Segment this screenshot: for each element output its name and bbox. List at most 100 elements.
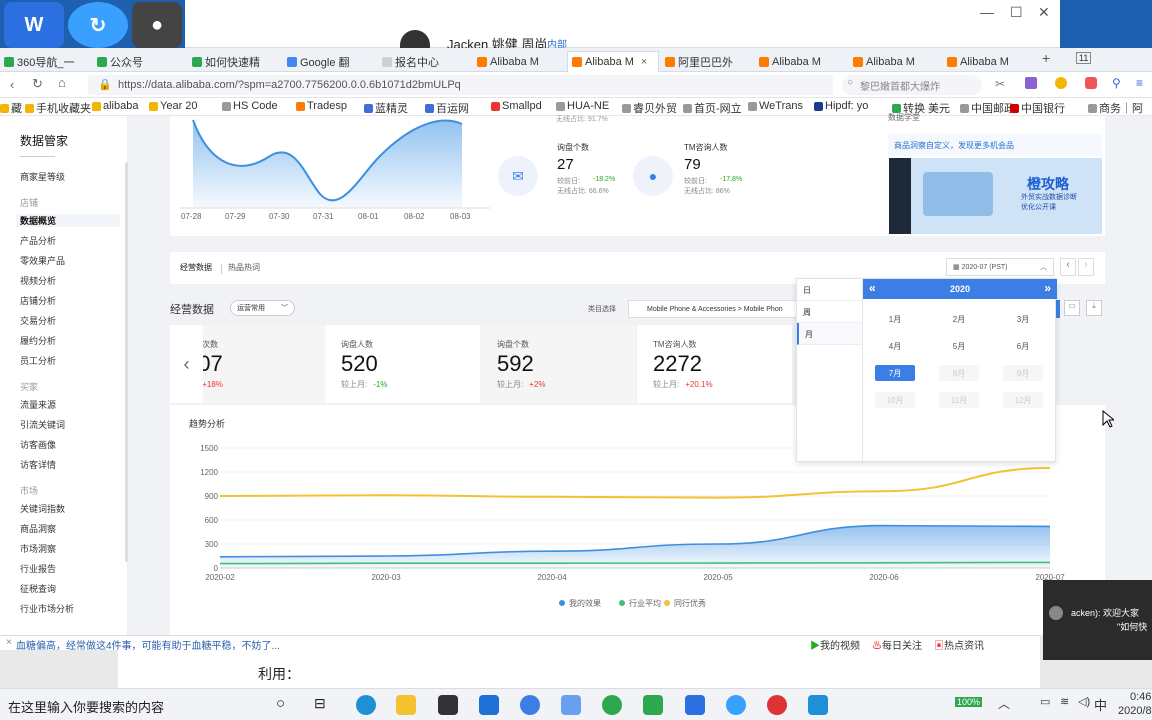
metrics-preset-select[interactable]: 运营常用 ﹀: [230, 300, 295, 316]
tab-item[interactable]: 报名中心: [378, 51, 470, 72]
tab-item[interactable]: Alibaba M ×: [567, 51, 659, 72]
store-icon[interactable]: [438, 695, 458, 715]
taskbar-search[interactable]: 在这里输入你要搜索的内容: [8, 697, 164, 716]
wps-icon[interactable]: [685, 695, 705, 715]
next-period-button[interactable]: ›: [1078, 258, 1094, 276]
bookmark-item[interactable]: 睿贝外贸: [622, 100, 677, 116]
calendar-month-cell[interactable]: 2月: [939, 311, 979, 327]
volume-icon[interactable]: ◁): [1078, 695, 1090, 708]
sidebar-item[interactable]: 流量来源: [20, 398, 56, 411]
chat-popup[interactable]: acken): 欢迎大家 "如何快: [1043, 580, 1152, 660]
calendar-month-cell[interactable]: 1月: [875, 311, 915, 327]
back-icon[interactable]: ‹: [10, 77, 14, 92]
edge-icon[interactable]: [356, 695, 376, 715]
music-icon[interactable]: [767, 695, 787, 715]
stat-card[interactable]: 询盘个数 592 较上月: +2%: [481, 325, 636, 403]
tab-item[interactable]: 如何快速精: [188, 51, 280, 72]
bookmark-item[interactable]: Smallpd: [491, 100, 542, 112]
sidebar-item[interactable]: 商品洞察: [20, 522, 56, 535]
game-icon[interactable]: [1085, 77, 1097, 89]
clock-app-icon[interactable]: [520, 695, 540, 715]
messenger-icon[interactable]: [726, 695, 746, 715]
bookmark-item[interactable]: 首页-网立: [683, 100, 742, 116]
bookmark-item[interactable]: Tradesp: [296, 100, 347, 112]
bookmark-item[interactable]: Year 20: [149, 100, 198, 112]
battery-icon[interactable]: ▭: [1040, 695, 1050, 708]
reload-icon[interactable]: ↻: [32, 76, 43, 92]
prev-period-button[interactable]: ‹: [1060, 258, 1076, 276]
sidebar-item[interactable]: 交易分析: [20, 314, 56, 327]
bookmark-item[interactable]: HUA-NE: [556, 100, 609, 112]
clock-time[interactable]: 0:46: [1130, 691, 1151, 703]
calendar-month-cell[interactable]: 3月: [1003, 311, 1043, 327]
search-button[interactable]: [1056, 300, 1060, 318]
chevron-up-icon[interactable]: ︿: [998, 695, 1010, 712]
tab-item[interactable]: 阿里巴巴外: [661, 51, 753, 72]
menu-icon[interactable]: ≡: [1136, 76, 1143, 90]
task-view-icon[interactable]: ⊟: [314, 695, 326, 712]
bookmark-item[interactable]: 商务｜阿: [1088, 100, 1143, 116]
ime-indicator[interactable]: 中: [1094, 695, 1107, 714]
tab-item[interactable]: 公众号: [93, 51, 185, 72]
sidebar-item[interactable]: 行业市场分析: [20, 602, 74, 615]
bookmark-item[interactable]: alibaba: [92, 100, 138, 112]
stat-card[interactable]: 询盘人数 520 较上月: -1%: [325, 325, 480, 403]
browser-search-input[interactable]: ○ 黎巴嫩首都大爆炸: [842, 75, 982, 95]
sidebar-item[interactable]: 行业报告: [20, 562, 56, 575]
sidebar-item[interactable]: 员工分析: [20, 354, 56, 367]
mail-icon[interactable]: [479, 695, 499, 715]
tab-item[interactable]: Alibaba M: [755, 51, 847, 72]
sidebar-item[interactable]: 征税查询: [20, 582, 56, 595]
bookmark-item[interactable]: 中国邮政: [960, 100, 1015, 116]
tab-item[interactable]: 360导航_一: [0, 51, 92, 72]
calendar-month-cell[interactable]: 4月: [875, 338, 915, 354]
clock-date[interactable]: 2020/8: [1118, 705, 1152, 717]
search-icon[interactable]: ⚲: [1112, 76, 1121, 90]
home-icon[interactable]: ⌂: [58, 75, 66, 90]
maximize-button[interactable]: ☐: [1010, 4, 1023, 21]
sidebar-item[interactable]: 商家星等级: [20, 170, 65, 183]
sidebar-item[interactable]: 数据概览: [16, 214, 120, 227]
stat-card[interactable]: TM咨询人数 2272 较上月: +20.1%: [637, 325, 792, 403]
tab-hot-products[interactable]: 热品热词: [228, 262, 260, 273]
bookmark-item[interactable]: 百运网: [425, 100, 469, 116]
tab-item[interactable]: Google 翻: [283, 51, 375, 72]
plane-app-icon[interactable]: [561, 695, 581, 715]
category-select[interactable]: Mobile Phone & Accessories > Mobile Phon: [628, 300, 798, 318]
calendar-mode-option[interactable]: 月: [797, 323, 862, 345]
minimize-button[interactable]: —: [980, 4, 994, 20]
next-year-icon[interactable]: »: [1044, 281, 1051, 295]
scissors-icon[interactable]: ✂: [995, 77, 1005, 91]
calendar-month-cell[interactable]: 6月: [1003, 338, 1043, 354]
sidebar-item[interactable]: 关键词指数: [20, 502, 65, 515]
close-button[interactable]: ✕: [1038, 4, 1050, 21]
tab-operations[interactable]: 经营数据: [180, 262, 212, 273]
tab-item[interactable]: Alibaba M: [473, 51, 565, 72]
cortana-icon[interactable]: ○: [276, 695, 285, 712]
sidebar-item[interactable]: 店铺分析: [20, 294, 56, 307]
extension-icon[interactable]: [1025, 77, 1037, 89]
sidebar-item[interactable]: 视频分析: [20, 274, 56, 287]
download-icon[interactable]: ⤓: [1086, 300, 1102, 316]
bookmark-item[interactable]: 蓝精灵: [364, 100, 408, 116]
bookmark-item[interactable]: 中国银行: [1010, 100, 1065, 116]
bookmark-item[interactable]: 藏: [0, 100, 22, 116]
tab-count[interactable]: 11: [1076, 52, 1092, 64]
user-app-icon[interactable]: ●: [132, 2, 182, 48]
new-tab-button[interactable]: +: [1042, 50, 1050, 66]
url-input[interactable]: 🔒 https://data.alibaba.com/?spm=a2700.77…: [88, 75, 833, 95]
sidebar-item[interactable]: 零效果产品: [20, 254, 65, 267]
sidebar-item[interactable]: 市场洞察: [20, 542, 56, 555]
sidebar-item[interactable]: 访客详情: [20, 458, 56, 471]
bookmark-item[interactable]: 手机收藏夹: [25, 100, 91, 116]
calendar-mode-option[interactable]: 周: [797, 301, 862, 323]
bookmark-item[interactable]: WeTrans: [748, 100, 803, 112]
wechat-icon[interactable]: [643, 695, 663, 715]
sidebar-item[interactable]: 访客画像: [20, 438, 56, 451]
file-explorer-icon[interactable]: [396, 695, 416, 715]
promo-banner[interactable]: 橙攻略 外贸实战数据诊断 优化公开课: [889, 158, 1102, 234]
extension-icon[interactable]: [1055, 77, 1067, 89]
close-tab-icon[interactable]: ×: [641, 56, 647, 68]
sidebar-scrollbar[interactable]: [125, 162, 128, 562]
promo-link[interactable]: 商品洞察自定义，发现更多机会品: [888, 134, 1102, 156]
